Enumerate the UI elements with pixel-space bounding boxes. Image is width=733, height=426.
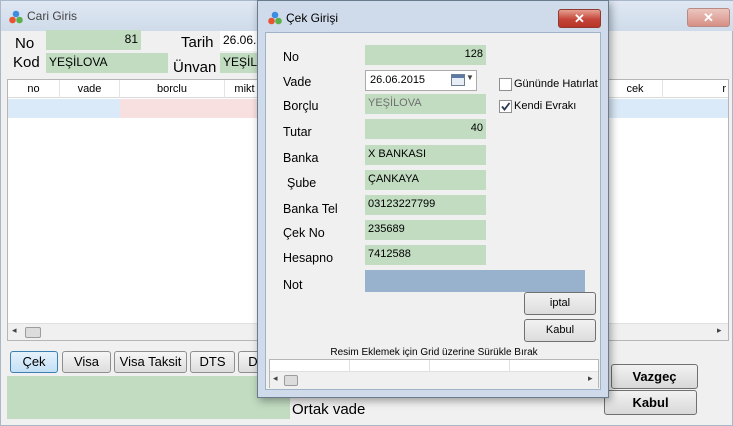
calendar-icon[interactable] (451, 74, 465, 86)
chevron-down-icon[interactable]: ▼ (466, 73, 474, 82)
kendi-evraki-checkbox[interactable] (499, 100, 512, 113)
vazgec-button[interactable]: Vazgeç (611, 364, 698, 389)
kendi-evraki-label: Kendi Evrakı (514, 100, 577, 112)
window-title: Cari Giris (27, 9, 77, 23)
banka-label: Banka (283, 151, 319, 165)
col-no[interactable]: no (8, 80, 60, 98)
scroll-left-icon[interactable]: ◂ (273, 373, 278, 384)
not-field[interactable] (365, 270, 585, 292)
sube-field[interactable]: ÇANKAYA (365, 170, 486, 190)
ortak-vade-label: Ortak vade (292, 401, 366, 418)
tab-cek[interactable]: Çek (10, 351, 58, 373)
image-drop-grid[interactable]: ◂ ▸ (269, 359, 599, 388)
dialog-close-button[interactable]: ✕ (558, 9, 601, 28)
no-label: No (283, 50, 299, 64)
cek-no-label: Çek No (283, 226, 325, 240)
close-button[interactable]: ✕ (687, 8, 730, 27)
scroll-thumb[interactable] (284, 375, 298, 386)
col-r[interactable]: r (663, 80, 728, 98)
tarih-label: Tarih (181, 34, 214, 51)
tutar-label: Tutar (283, 125, 312, 139)
kod-label: Kod (13, 54, 40, 71)
col-vade[interactable]: vade (60, 80, 120, 98)
banka-tel-field[interactable]: 03123227799 (365, 195, 486, 215)
scroll-right-icon[interactable]: ▸ (717, 325, 722, 336)
sube-label: Şube (287, 176, 317, 190)
kod-field[interactable]: YEŞİLOVA (46, 53, 168, 73)
close-icon: ✕ (703, 10, 714, 25)
tarih-field[interactable]: 26.06.2 (220, 31, 260, 51)
borclu-label: Borçlu (283, 99, 319, 113)
hesapno-field[interactable]: 7412588 (365, 245, 486, 265)
unvan-field[interactable]: YEŞİLO (220, 53, 260, 73)
tab-visa[interactable]: Visa (62, 351, 111, 373)
vade-label: Vade (283, 75, 312, 89)
close-icon: ✕ (574, 11, 585, 26)
dialog-body: No Vade Borçlu Tutar Banka Şube Banka Te… (265, 32, 601, 390)
tutar-field[interactable]: 40 (365, 119, 486, 139)
no-label: No (15, 35, 35, 52)
kabul-button[interactable]: Kabul (604, 390, 697, 415)
col-cek[interactable]: cek (608, 80, 663, 98)
no-field[interactable]: 81 (46, 30, 141, 50)
no-field[interactable]: 128 (365, 45, 486, 65)
vade-date-picker[interactable]: 26.06.2015 ▼ (365, 70, 477, 91)
cek-no-field[interactable]: 235689 (365, 220, 486, 240)
ortak-vade-field[interactable] (7, 376, 290, 419)
iptal-button[interactable]: iptal (524, 292, 596, 315)
not-label: Not (283, 278, 303, 292)
gununde-hatirlat-label: Gününde Hatırlat (514, 78, 598, 90)
hesapno-label: Hesapno (283, 251, 334, 265)
col-borclu[interactable]: borclu (120, 80, 225, 98)
borclu-cell[interactable] (120, 99, 225, 118)
kabul-button[interactable]: Kabul (524, 319, 596, 342)
vade-value: 26.06.2015 (370, 74, 426, 86)
gununde-hatirlat-checkbox[interactable] (499, 78, 512, 91)
tab-visa-taksit[interactable]: Visa Taksit (114, 351, 187, 373)
dialog-title: Çek Girişi (286, 11, 339, 25)
banka-field[interactable]: X BANKASI (365, 145, 486, 165)
scroll-right-icon[interactable]: ▸ (588, 373, 593, 384)
drag-hint-text: Resim Eklemek için Grid üzerine Sürükle … (330, 347, 538, 358)
dialog-app-icon (267, 10, 283, 26)
tab-dts[interactable]: DTS (190, 351, 235, 373)
scroll-left-icon[interactable]: ◂ (12, 325, 17, 336)
cek-girisi-dialog: Çek Girişi ✕ No Vade Borçlu Tutar Banka … (257, 0, 609, 398)
unvan-label: Ünvan (173, 59, 217, 76)
borclu-field[interactable]: YEŞİLOVA (365, 94, 486, 114)
scroll-thumb[interactable] (25, 327, 41, 338)
app-icon (8, 9, 24, 25)
checkmark-icon (501, 102, 511, 111)
horizontal-scrollbar[interactable]: ◂ ▸ (270, 371, 598, 388)
banka-tel-label: Banka Tel (283, 202, 338, 216)
